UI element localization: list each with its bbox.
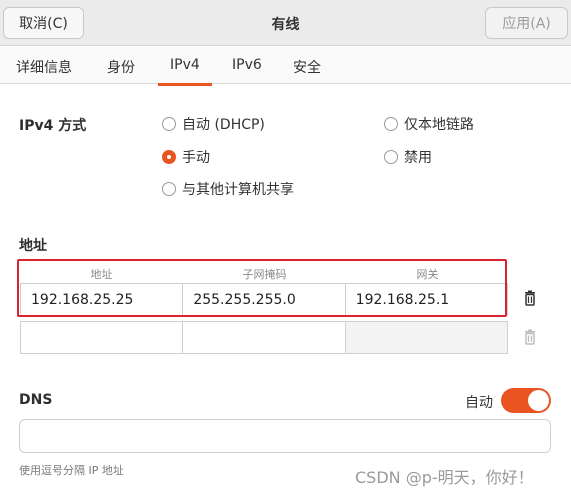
radio-shared[interactable]: 与其他计算机共享 <box>162 179 294 199</box>
toggle-knob <box>528 390 549 411</box>
trash-icon-disabled <box>521 328 539 346</box>
addresses-section-label: 地址 <box>19 238 47 254</box>
radio-label: 手动 <box>182 150 210 166</box>
netmask-field[interactable] <box>183 322 346 353</box>
radio-label: 与其他计算机共享 <box>182 182 294 198</box>
radio-label: 禁用 <box>404 150 432 166</box>
annotation-highlight-box <box>17 259 507 317</box>
dns-input[interactable] <box>19 419 551 453</box>
apply-button[interactable]: 应用(A) <box>485 7 568 39</box>
watermark-text: CSDN @p-明天，你好！ <box>355 468 534 487</box>
tab-bar: 详细信息 身份 IPv4 IPv6 安全 <box>0 46 571 86</box>
address-row-empty <box>20 321 508 354</box>
radio-manual[interactable]: 手动 <box>162 147 210 167</box>
dns-auto-toggle[interactable] <box>501 388 551 413</box>
radio-auto-dhcp[interactable]: 自动 (DHCP) <box>162 114 265 134</box>
gateway-field[interactable] <box>345 322 507 353</box>
ipv4-method-label: IPv4 方式 <box>19 118 87 134</box>
dns-hint: 使用逗号分隔 IP 地址 <box>19 464 124 477</box>
radio-indicator <box>162 182 176 196</box>
trash-icon[interactable] <box>521 289 539 307</box>
tab-ipv4[interactable]: IPv4 <box>158 57 212 86</box>
dns-label: DNS <box>19 392 53 408</box>
radio-label: 自动 (DHCP) <box>182 117 265 133</box>
tab-security[interactable]: 安全 <box>293 57 321 77</box>
address-field[interactable] <box>21 322 184 353</box>
tab-details[interactable]: 详细信息 <box>16 57 72 77</box>
tab-identity[interactable]: 身份 <box>107 57 135 77</box>
radio-indicator-selected <box>162 150 176 164</box>
radio-indicator <box>384 117 398 131</box>
header-bar: 取消(C) 有线 应用(A) <box>0 0 571 46</box>
dns-auto-label: 自动 <box>465 395 493 411</box>
radio-label: 仅本地链路 <box>404 117 474 133</box>
radio-link-local[interactable]: 仅本地链路 <box>384 114 474 134</box>
radio-disabled[interactable]: 禁用 <box>384 147 432 167</box>
tab-ipv6[interactable]: IPv6 <box>232 57 262 73</box>
radio-indicator <box>384 150 398 164</box>
radio-indicator <box>162 117 176 131</box>
